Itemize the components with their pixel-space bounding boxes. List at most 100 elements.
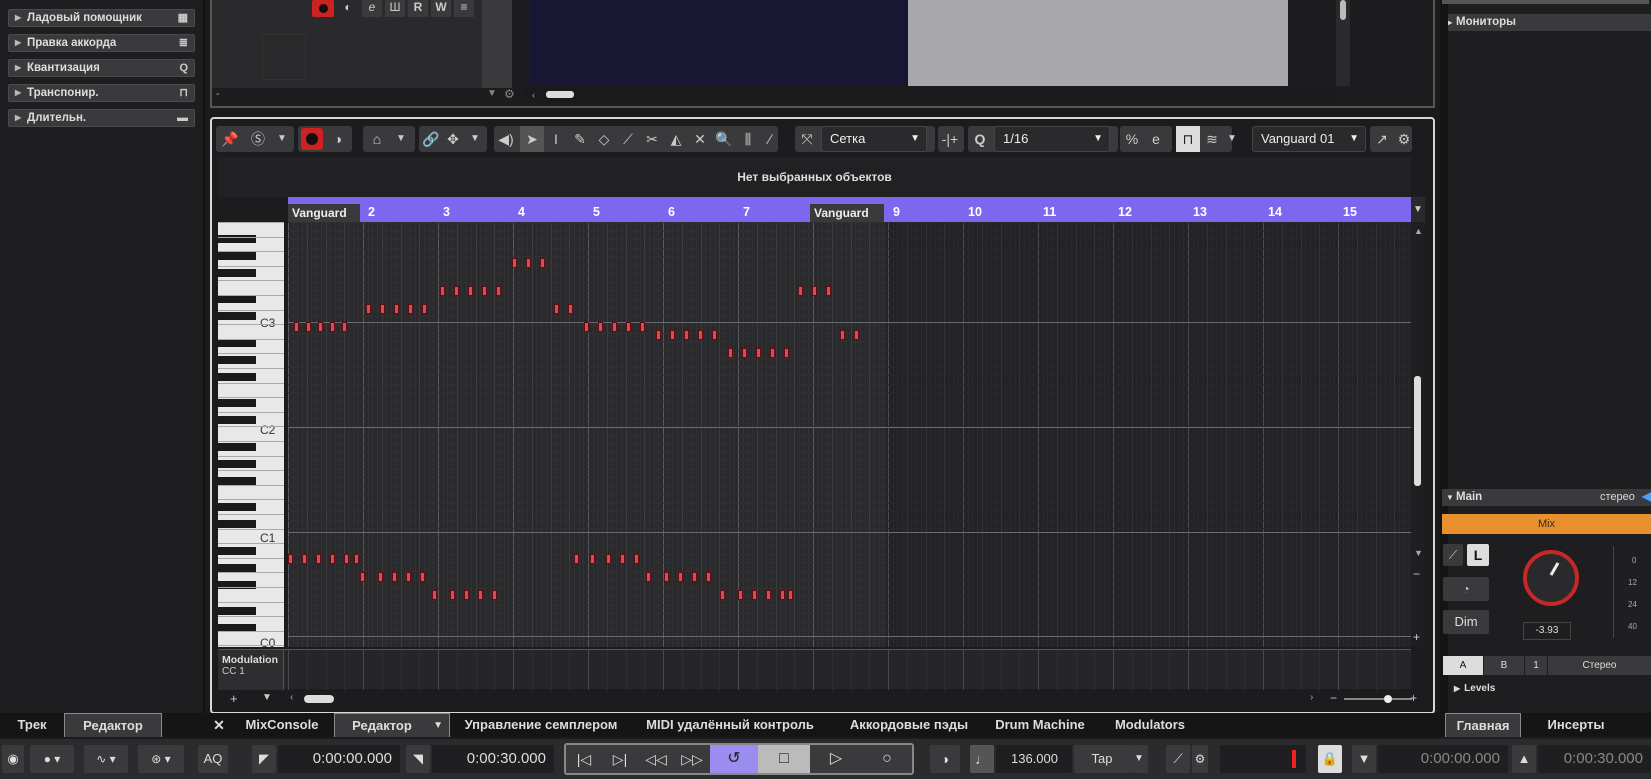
left-locator-icon[interactable]: ◤ xyxy=(252,745,276,773)
black-key[interactable] xyxy=(218,563,256,572)
edit-in-place-icon[interactable]: e xyxy=(1144,126,1168,152)
open-window-icon[interactable]: ↗ xyxy=(1370,126,1394,152)
black-key[interactable] xyxy=(218,312,256,320)
midi-note[interactable] xyxy=(294,322,299,332)
midi-note[interactable] xyxy=(640,322,645,332)
list-icon[interactable]: ≡ xyxy=(454,0,474,17)
midi-note[interactable] xyxy=(684,330,689,340)
move-icon[interactable]: ✥ xyxy=(441,126,465,152)
scroll-down-icon[interactable]: ▼ xyxy=(1414,548,1423,558)
vertical-scrollbar[interactable]: ▲ ▼ − + xyxy=(1411,222,1425,647)
midi-note[interactable] xyxy=(378,572,383,582)
black-key[interactable] xyxy=(218,442,256,451)
black-key[interactable] xyxy=(218,477,256,485)
midi-note[interactable] xyxy=(626,322,631,332)
tab-main[interactable]: Главная xyxy=(1445,713,1521,737)
midi-note[interactable] xyxy=(492,590,497,600)
tab-chord-pads[interactable]: Аккордовые пэды xyxy=(836,713,982,737)
section-length[interactable]: ▶ Длительн. ▬ xyxy=(8,109,195,127)
black-key[interactable] xyxy=(218,606,256,615)
speaker-icon[interactable]: ◀) xyxy=(494,126,518,152)
scroll-left-icon[interactable]: ‹ xyxy=(532,90,535,100)
midi-note[interactable] xyxy=(826,286,831,296)
midi-note[interactable] xyxy=(478,590,483,600)
lock-icon[interactable]: 🔒 xyxy=(1318,745,1342,773)
black-key[interactable] xyxy=(218,373,256,381)
main-section[interactable]: ▼ Main стерео ◀ xyxy=(1442,489,1651,506)
play-button[interactable]: ▷ xyxy=(810,745,862,773)
snap-type-select[interactable]: Сетка ▼ xyxy=(821,126,927,152)
midi-note[interactable] xyxy=(482,286,487,296)
midi-note[interactable] xyxy=(756,348,761,358)
gear-icon[interactable]: ⚙ xyxy=(1192,745,1208,773)
channel-button[interactable]: 1 xyxy=(1525,656,1547,675)
midi-note[interactable] xyxy=(854,330,859,340)
quantize-icon[interactable]: Q xyxy=(968,126,992,152)
listen-button[interactable]: L xyxy=(1467,544,1489,566)
solo-icon[interactable]: Ⓢ xyxy=(246,126,270,152)
zoom-out-icon[interactable]: − xyxy=(1413,567,1420,581)
midi-note[interactable] xyxy=(342,322,347,332)
cycle-button[interactable]: ↺ xyxy=(710,745,758,773)
midi-note[interactable] xyxy=(584,322,589,332)
midi-note[interactable] xyxy=(738,590,743,600)
zoom-in-icon[interactable]: + xyxy=(1413,630,1420,644)
secondary-marker-icon[interactable]: ▲ xyxy=(1512,745,1536,773)
levels-section[interactable]: ▶ Levels xyxy=(1454,683,1495,694)
secondary-time-display[interactable]: 0:00:30.000 xyxy=(1538,745,1651,773)
midi-note[interactable] xyxy=(540,258,545,268)
section-transpose[interactable]: ▶ Транспонир. ⊓ xyxy=(8,84,195,102)
midi-note[interactable] xyxy=(664,572,669,582)
midi-note[interactable] xyxy=(574,554,579,564)
rewind-icon[interactable]: ◁◁ xyxy=(638,745,674,773)
tab-track[interactable]: Трек xyxy=(0,713,64,737)
instrument-button[interactable]: Ш xyxy=(385,0,405,17)
track-select[interactable]: Vanguard 01 ▼ xyxy=(1252,126,1366,152)
tap-button[interactable]: Tap xyxy=(1074,745,1130,773)
midi-note[interactable] xyxy=(468,286,473,296)
black-key[interactable] xyxy=(218,416,256,424)
midi-note[interactable] xyxy=(394,304,399,314)
chevron-down-icon[interactable]: ▼ xyxy=(270,126,294,152)
chevron-down-icon[interactable]: ▼ xyxy=(1130,745,1148,773)
iterative-quantize-icon[interactable]: % xyxy=(1120,126,1144,152)
midi-note[interactable] xyxy=(392,572,397,582)
chevron-down-icon[interactable]: ▼ xyxy=(1227,126,1243,152)
mix-bar[interactable]: Mix xyxy=(1442,514,1651,534)
record-enable-button[interactable] xyxy=(312,0,334,17)
midi-note[interactable] xyxy=(780,590,785,600)
section-chord-edit[interactable]: ▶ Правка аккорда ≣ xyxy=(8,34,195,52)
zoom-slider[interactable] xyxy=(1344,695,1412,703)
line-tool-icon[interactable]: ⟋ xyxy=(616,126,640,152)
tempo-field[interactable]: 136.000 xyxy=(996,745,1072,773)
scroll-thumb[interactable] xyxy=(1414,376,1421,486)
vertical-scrollbar[interactable] xyxy=(1336,0,1350,86)
black-key[interactable] xyxy=(218,546,256,555)
black-key[interactable] xyxy=(218,355,256,364)
write-button[interactable]: W xyxy=(431,0,451,17)
midi-note[interactable] xyxy=(318,322,323,332)
left-locator-field[interactable]: 0:00:00.000 xyxy=(278,745,400,773)
eraser-icon[interactable]: ◇ xyxy=(592,126,616,152)
chevron-down-icon[interactable]: ▼ xyxy=(262,692,272,703)
scroll-right-icon[interactable]: › xyxy=(1310,692,1313,703)
go-to-start-icon[interactable]: |◁ xyxy=(566,745,602,773)
tempo-track-icon[interactable]: ♩ xyxy=(970,745,994,773)
section-scale-assistant[interactable]: ▶ Ладовый помощник ▦ xyxy=(8,9,195,27)
chevron-down-icon[interactable]: ▼ xyxy=(389,126,413,152)
midi-note[interactable] xyxy=(656,330,661,340)
midi-note[interactable] xyxy=(512,258,517,268)
reference-level-icon[interactable]: ◔ xyxy=(1443,577,1489,601)
acoustic-feedback-icon[interactable]: ⊓ xyxy=(1176,126,1200,152)
a-button[interactable]: A xyxy=(1443,656,1483,675)
midi-note[interactable] xyxy=(288,554,293,564)
drumstick-icon[interactable]: ⫼ xyxy=(736,126,760,152)
section-quantize[interactable]: ▶ Квантизация Q xyxy=(8,59,195,77)
midi-note[interactable] xyxy=(408,304,413,314)
record-mode-select[interactable]: ● ▾ xyxy=(30,745,74,773)
right-locator-icon[interactable]: ◥ xyxy=(406,745,430,773)
zoom-icon[interactable]: 🔍 xyxy=(712,126,736,152)
layers-icon[interactable]: ≋ xyxy=(1200,126,1224,152)
midi-note[interactable] xyxy=(440,286,445,296)
midi-note[interactable] xyxy=(380,304,385,314)
